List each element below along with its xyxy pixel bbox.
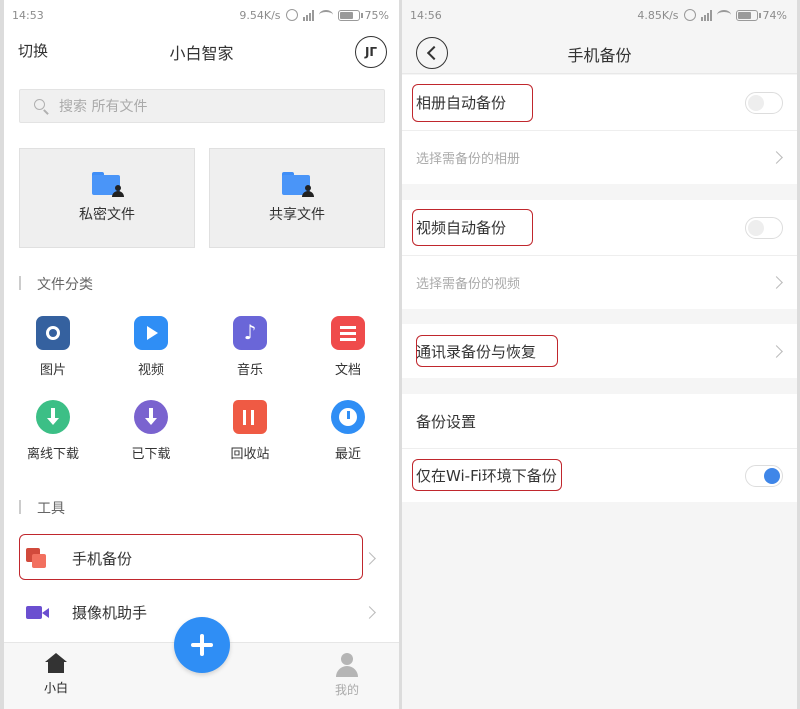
category-photos[interactable]: 图片 [18,316,88,378]
section-title-categories: 文件分类 [19,274,93,294]
wifi-icon [716,10,731,20]
search-placeholder: 搜索 所有文件 [59,99,148,115]
card-label: 私密文件 [79,207,135,223]
avatar[interactable]: JΓ [355,36,387,68]
category-music[interactable]: 音乐 [215,316,285,378]
contacts-backup-label: 通讯录备份与恢复 [416,342,537,361]
category-label: 音乐 [236,363,263,378]
category-label: 回收站 [230,447,270,462]
alarm-icon [285,9,298,21]
tab-mine[interactable]: 我的 [317,653,377,698]
tab-home[interactable]: 小白 [26,653,86,696]
category-offline-download[interactable]: 离线下载 [18,400,88,462]
bottom-tab-bar: 小白 我的 [4,617,399,709]
status-bar: 14:53 9.54K/s 75% [4,0,399,30]
shared-files-card[interactable]: 共享文件 [209,148,385,248]
category-label: 离线下载 [26,447,79,462]
page-title: 手机备份 [567,46,632,65]
wifi-only-label: 仅在Wi-Fi环境下备份 [416,467,557,485]
card-label: 共享文件 [269,207,325,223]
phone-backup-icon [26,548,48,568]
search-icon [34,98,49,114]
recent-clock-icon [331,400,365,434]
category-label: 图片 [39,363,66,378]
album-backup-label: 相册自动备份 [416,94,507,112]
app-title: 小白智家 [169,44,234,63]
tab-label: 小白 [43,681,68,695]
status-time: 14:56 [410,8,442,22]
chevron-right-icon [363,551,376,565]
category-documents[interactable]: 文档 [313,316,383,378]
select-video-row[interactable]: 选择需备份的视频 [402,255,797,309]
backup-screen: 14:56 4.85K/s 74% 手机备份 相册自动备份 选择需备份的相册 视… [402,0,797,709]
alarm-icon [683,9,696,21]
private-folder-icon [92,172,124,197]
select-album-row[interactable]: 选择需备份的相册 [402,130,797,184]
signal-icon [700,9,712,21]
app-header: 切换 小白智家 JΓ [4,30,399,74]
section-title-tools: 工具 [19,498,65,518]
contacts-backup-row[interactable]: 通讯录备份与恢复 [402,324,797,378]
network-speed: 9.54K/s [239,8,281,22]
status-bar: 14:56 4.85K/s 74% [402,0,797,30]
page-header: 手机备份 [402,30,797,74]
network-speed: 4.85K/s [637,8,679,22]
user-icon [336,653,358,677]
category-label: 最近 [334,447,361,462]
downloaded-icon [134,400,168,434]
backup-settings-header: 备份设置 [402,394,797,448]
chevron-right-icon [363,605,376,619]
album-backup-toggle[interactable] [745,91,783,114]
tool-label: 手机备份 [72,549,133,568]
tool-label: 摄像机助手 [72,603,148,622]
battery-icon [735,9,761,21]
video-icon [134,316,168,350]
video-backup-row: 视频自动备份 [402,200,797,255]
category-label: 文档 [334,363,361,378]
status-time: 14:53 [12,8,44,22]
wifi-only-toggle[interactable] [745,464,783,487]
category-downloaded[interactable]: 已下载 [116,400,186,462]
shared-folder-icon [282,172,314,197]
chevron-right-icon [770,276,783,289]
category-recycle-bin[interactable]: 回收站 [215,400,285,462]
home-screen: 14:53 9.54K/s 75% 切换 小白智家 JΓ 搜索 所有文件 私密文… [4,0,399,709]
chevron-right-icon [770,344,783,358]
video-backup-toggle[interactable] [745,216,783,239]
add-button[interactable] [174,617,230,673]
category-recent[interactable]: 最近 [313,400,383,462]
category-videos[interactable]: 视频 [116,316,186,378]
music-icon [233,316,267,350]
camera-icon [36,316,70,350]
search-input[interactable]: 搜索 所有文件 [19,89,385,123]
battery-percent: 74% [762,8,787,22]
camcorder-icon [26,602,49,622]
tool-phone-backup[interactable]: 手机备份 [19,535,384,581]
select-album-label: 选择需备份的相册 [416,152,521,167]
section-title-settings: 备份设置 [416,412,477,431]
album-backup-row: 相册自动备份 [402,75,797,130]
wifi-icon [318,10,333,20]
tab-label: 我的 [334,683,359,697]
chevron-right-icon [770,151,783,164]
home-icon [45,653,67,673]
select-video-label: 选择需备份的视频 [416,277,521,292]
category-label: 视频 [137,363,164,378]
offline-download-icon [36,400,70,434]
category-label: 已下载 [131,447,171,462]
wifi-only-row: 仅在Wi-Fi环境下备份 [402,448,797,502]
document-icon [331,316,365,350]
private-files-card[interactable]: 私密文件 [19,148,195,248]
trash-icon [233,400,267,434]
signal-icon [302,9,314,21]
battery-percent: 75% [364,8,389,22]
battery-icon [337,9,363,21]
video-backup-label: 视频自动备份 [416,219,507,237]
